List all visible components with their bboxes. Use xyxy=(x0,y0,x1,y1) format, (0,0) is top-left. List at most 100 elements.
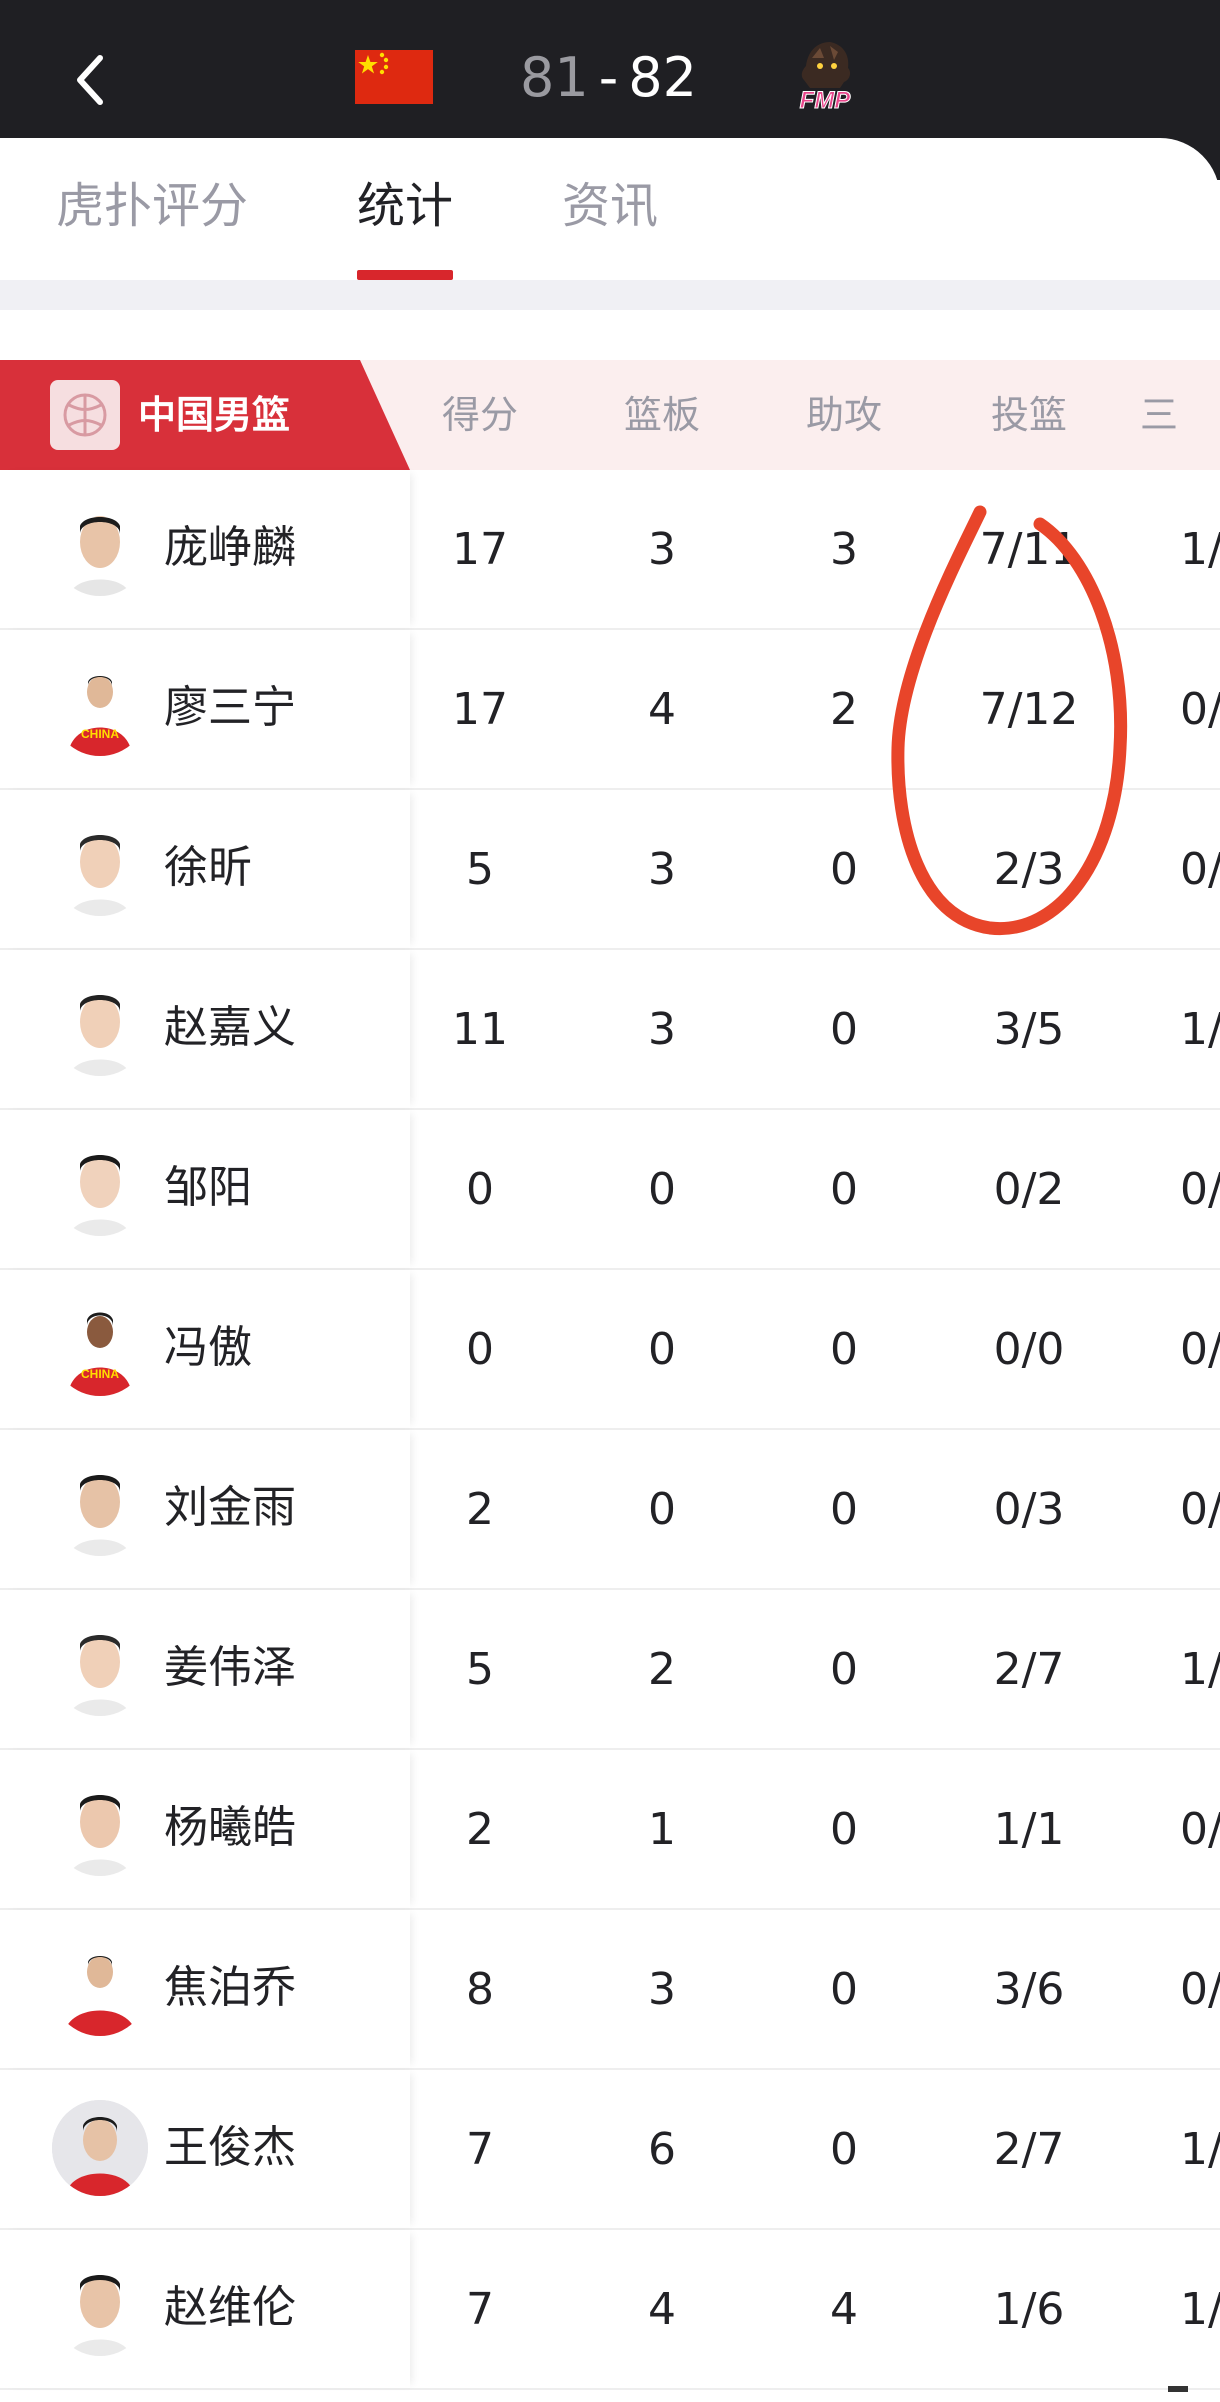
stat-assists: 0 xyxy=(830,1484,858,1535)
table-row[interactable]: 赵嘉义 11 3 0 3/5 1/ xyxy=(0,950,1220,1110)
stat-points: 0 xyxy=(466,1164,494,1215)
stat-three-pointers: 1/ xyxy=(1180,524,1220,575)
stat-three-pointers: 1/ xyxy=(1180,2124,1220,2175)
stat-assists: 0 xyxy=(830,844,858,895)
stat-points: 5 xyxy=(466,844,494,895)
table-row[interactable]: 赵维伦 7 4 4 1/6 1/ xyxy=(0,2230,1220,2390)
team-badge[interactable]: 中国男篮 xyxy=(0,360,410,470)
table-row[interactable]: 王俊杰 7 6 0 2/7 1/ xyxy=(0,2070,1220,2230)
stat-rebounds: 0 xyxy=(648,1164,676,1215)
table-row[interactable]: 庞峥麟 17 3 3 7/11 1/ xyxy=(0,470,1220,630)
stat-field-goals: 2/3 xyxy=(993,844,1065,895)
stat-points: 2 xyxy=(466,1484,494,1535)
table-row[interactable]: 焦泊乔 8 3 0 3/6 0/ xyxy=(0,1910,1220,2070)
away-score: 82 xyxy=(628,46,697,109)
table-row[interactable]: 姜伟泽 5 2 0 2/7 1/ xyxy=(0,1590,1220,1750)
player-cell: 赵嘉义 xyxy=(0,950,410,1108)
player-avatar xyxy=(52,2100,148,2196)
stat-field-goals: 3/5 xyxy=(993,1004,1065,1055)
player-cell: CHINA 廖三宁 xyxy=(0,630,410,788)
column-header-field-goals[interactable]: 投篮 xyxy=(969,385,1089,445)
player-name: 刘金雨 xyxy=(164,1482,296,1533)
stat-three-pointers: 0/ xyxy=(1180,1484,1220,1535)
stat-field-goals: 7/12 xyxy=(979,684,1079,735)
player-cell: 王俊杰 xyxy=(0,2070,410,2228)
player-avatar xyxy=(52,1780,148,1876)
table-row[interactable]: CHINA 廖三宁 17 4 2 7/12 0/ xyxy=(0,630,1220,790)
stat-assists: 0 xyxy=(830,1804,858,1855)
stat-three-pointers: 0/ xyxy=(1180,1804,1220,1855)
china-flag-icon xyxy=(355,50,433,104)
column-header-rebounds[interactable]: 篮板 xyxy=(602,385,722,445)
stat-three-pointers: 0/ xyxy=(1180,1164,1220,1215)
away-team-logo[interactable]: FMP xyxy=(790,36,860,120)
score: 81-82 xyxy=(520,38,697,118)
stat-assists: 4 xyxy=(830,2284,858,2335)
stat-assists: 0 xyxy=(830,1164,858,1215)
player-cell: 邹阳 xyxy=(0,1110,410,1268)
content-panel: 虎扑评分 统计 资讯 中国男篮 得分 篮板 助攻 投篮 三 庞峥麟 17 3 3… xyxy=(0,138,1220,2402)
player-avatar: CHINA xyxy=(52,660,148,756)
stat-rebounds: 2 xyxy=(648,1644,676,1695)
chevron-left-icon xyxy=(77,55,103,105)
player-avatar: CHINA xyxy=(52,1300,148,1396)
stat-points: 7 xyxy=(466,2124,494,2175)
tab-news[interactable]: 资讯 xyxy=(562,176,658,236)
stat-rebounds: 4 xyxy=(648,2284,676,2335)
back-button[interactable] xyxy=(50,40,130,120)
player-cell: 刘金雨 xyxy=(0,1430,410,1588)
stat-rebounds: 1 xyxy=(648,1804,676,1855)
table-row[interactable]: CHINA 冯傲 0 0 0 0/0 0/ xyxy=(0,1270,1220,1430)
stat-field-goals: 1/1 xyxy=(993,1804,1065,1855)
svg-text:CHINA: CHINA xyxy=(81,1367,119,1381)
player-name: 赵维伦 xyxy=(164,2282,296,2333)
player-name: 焦泊乔 xyxy=(164,1962,296,2013)
stat-assists: 0 xyxy=(830,1324,858,1375)
stat-rebounds: 3 xyxy=(648,844,676,895)
stat-assists: 0 xyxy=(830,1004,858,1055)
player-avatar xyxy=(52,2260,148,2356)
tab-hupu-rating[interactable]: 虎扑评分 xyxy=(56,176,248,236)
stat-points: 0 xyxy=(466,1324,494,1375)
stat-field-goals: 0/0 xyxy=(993,1324,1065,1375)
stat-points: 7 xyxy=(466,2284,494,2335)
table-header: 中国男篮 得分 篮板 助攻 投篮 三 xyxy=(0,360,1220,470)
stat-rebounds: 0 xyxy=(648,1484,676,1535)
table-row[interactable]: 徐昕 5 3 0 2/3 0/ xyxy=(0,790,1220,950)
basketball-icon xyxy=(50,380,120,450)
tab-stats[interactable]: 统计 xyxy=(357,176,453,236)
stat-assists: 0 xyxy=(830,2124,858,2175)
stat-rebounds: 3 xyxy=(648,1964,676,2015)
player-name: 冯傲 xyxy=(164,1322,252,1373)
player-avatar xyxy=(52,500,148,596)
table-row[interactable]: 邹阳 0 0 0 0/2 0/ xyxy=(0,1110,1220,1270)
table-row[interactable]: 刘金雨 2 0 0 0/3 0/ xyxy=(0,1430,1220,1590)
stat-field-goals: 2/7 xyxy=(993,1644,1065,1695)
home-indicator xyxy=(1168,2386,1188,2392)
player-name: 庞峥麟 xyxy=(164,522,296,573)
table-body: 庞峥麟 17 3 3 7/11 1/ CHINA 廖三宁 17 4 2 7/12 xyxy=(0,470,1220,2390)
score-separator: - xyxy=(598,46,619,109)
stat-three-pointers: 0/ xyxy=(1180,684,1220,735)
player-name: 王俊杰 xyxy=(164,2122,296,2173)
stat-points: 2 xyxy=(466,1804,494,1855)
table-row[interactable]: 杨曦皓 2 1 0 1/1 0/ xyxy=(0,1750,1220,1910)
player-cell: CHINA 冯傲 xyxy=(0,1270,410,1428)
active-tab-indicator xyxy=(357,270,453,280)
player-name: 杨曦皓 xyxy=(164,1802,296,1853)
column-header-points[interactable]: 得分 xyxy=(420,385,540,445)
tab-bar: 虎扑评分 统计 资讯 xyxy=(0,138,1220,280)
column-header-assists[interactable]: 助攻 xyxy=(784,385,904,445)
stat-three-pointers: 0/ xyxy=(1180,844,1220,895)
player-cell: 姜伟泽 xyxy=(0,1590,410,1748)
section-divider xyxy=(0,280,1220,310)
stat-rebounds: 6 xyxy=(648,2124,676,2175)
home-score: 81 xyxy=(520,46,589,109)
player-name: 邹阳 xyxy=(164,1162,252,1213)
stat-field-goals: 7/11 xyxy=(979,524,1079,575)
column-header-three-pointers[interactable]: 三 xyxy=(1140,385,1220,445)
stat-points: 17 xyxy=(452,684,508,735)
player-avatar xyxy=(52,1140,148,1236)
stat-assists: 3 xyxy=(830,524,858,575)
stat-assists: 0 xyxy=(830,1964,858,2015)
